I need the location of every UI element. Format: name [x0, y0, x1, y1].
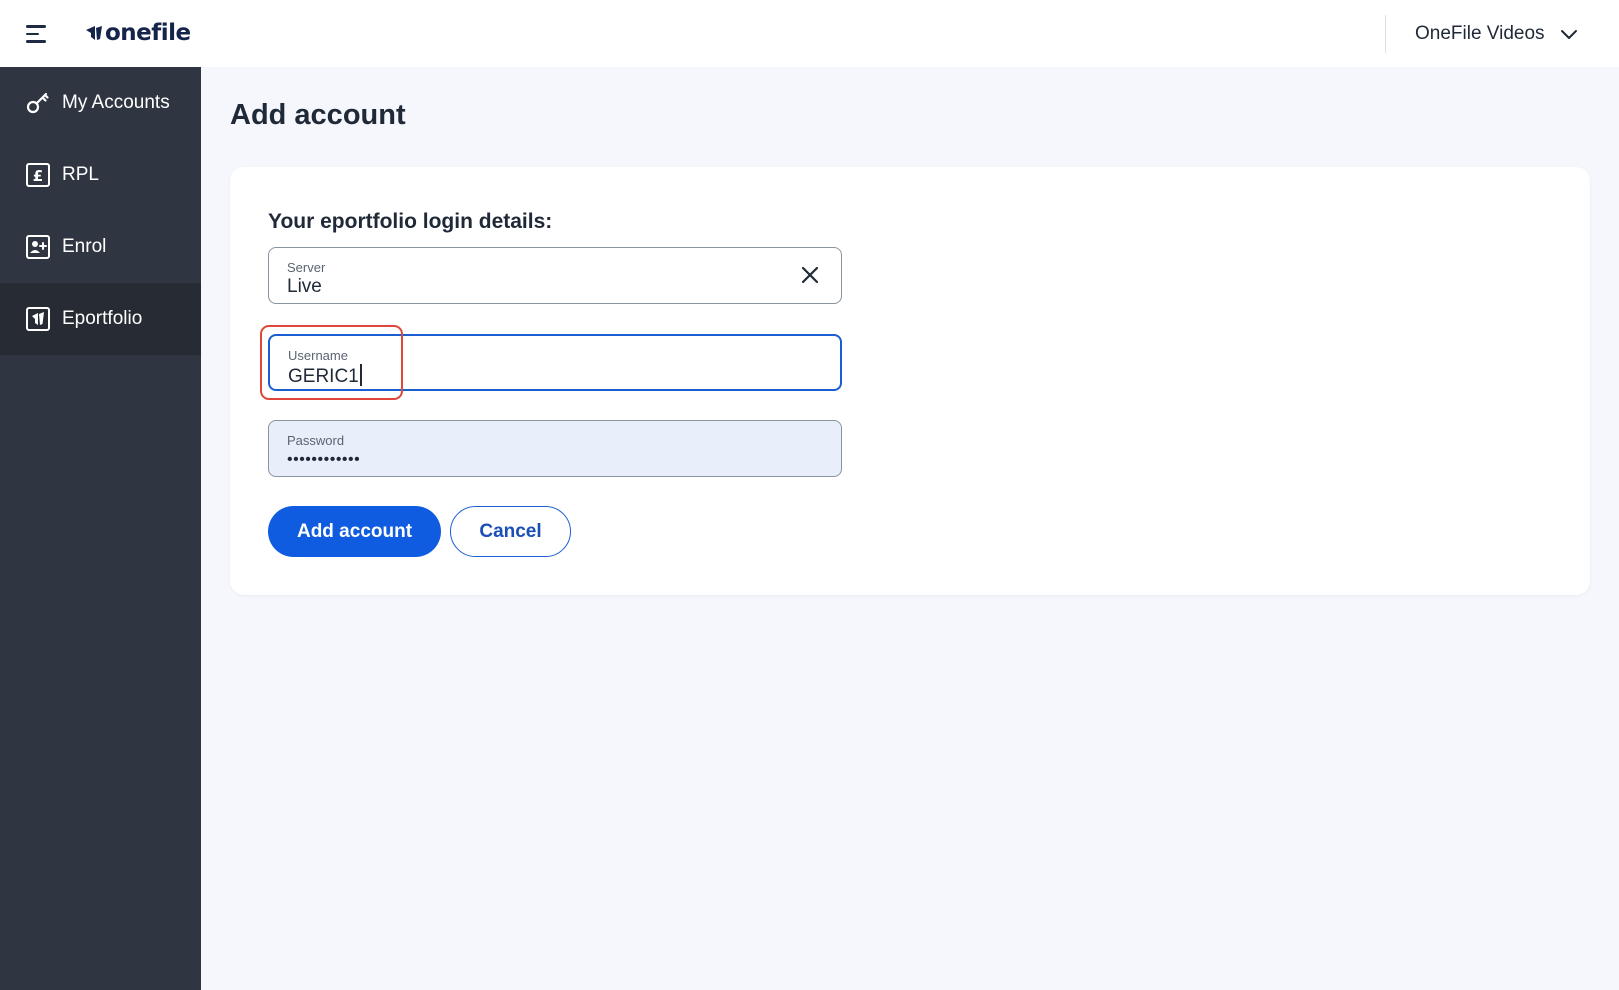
sidebar-item-label: My Accounts: [62, 92, 170, 113]
form-heading: Your eportfolio login details:: [268, 210, 553, 233]
sidebar-item-label: Eportfolio: [62, 308, 143, 329]
username-value-row: GERIC1: [288, 364, 822, 388]
organisation-selector[interactable]: OneFile Videos: [1415, 18, 1579, 50]
username-field[interactable]: Username GERIC1: [268, 334, 842, 391]
close-icon[interactable]: [799, 264, 821, 286]
hamburger-menu-icon[interactable]: [26, 22, 50, 46]
onefile-logo[interactable]: onefile: [85, 18, 191, 48]
key-icon: [26, 92, 49, 114]
page-title: Add account: [230, 99, 406, 131]
sidebar-item-enrol[interactable]: Enrol: [0, 211, 201, 283]
add-account-button[interactable]: Add account: [268, 506, 441, 557]
server-value: Live: [287, 276, 322, 297]
sidebar-item-my-accounts[interactable]: My Accounts: [0, 67, 201, 139]
eportfolio-icon: [26, 307, 50, 331]
add-account-card: Your eportfolio login details: Server Li…: [230, 167, 1590, 595]
add-user-icon: [26, 235, 50, 259]
chevron-down-icon: [1560, 30, 1577, 39]
svg-text:£: £: [33, 167, 43, 185]
password-field[interactable]: Password ••••••••••••: [268, 420, 842, 477]
sidebar-item-rpl[interactable]: £ RPL: [0, 139, 201, 211]
pound-icon: £: [26, 163, 50, 187]
cancel-button[interactable]: Cancel: [450, 506, 571, 557]
sidebar-item-label: RPL: [62, 164, 99, 185]
sidebar-item-eportfolio[interactable]: Eportfolio: [0, 283, 201, 355]
username-value: GERIC1: [288, 366, 359, 387]
sidebar: My Accounts £ RPL Enrol Eportfolio: [0, 67, 201, 990]
logo-text: onefile: [105, 20, 191, 46]
password-value: ••••••••••••: [287, 451, 361, 468]
top-bar: onefile OneFile Videos: [0, 0, 1619, 67]
password-label: Password: [287, 433, 345, 448]
text-caret: [359, 364, 362, 386]
server-field[interactable]: Server Live: [268, 247, 842, 304]
logo-mark-icon: [86, 26, 102, 40]
server-label: Server: [287, 260, 326, 275]
header-divider: [1385, 15, 1386, 53]
username-label: Username: [288, 348, 348, 363]
sidebar-item-label: Enrol: [62, 236, 107, 257]
organisation-name: OneFile Videos: [1415, 23, 1545, 44]
